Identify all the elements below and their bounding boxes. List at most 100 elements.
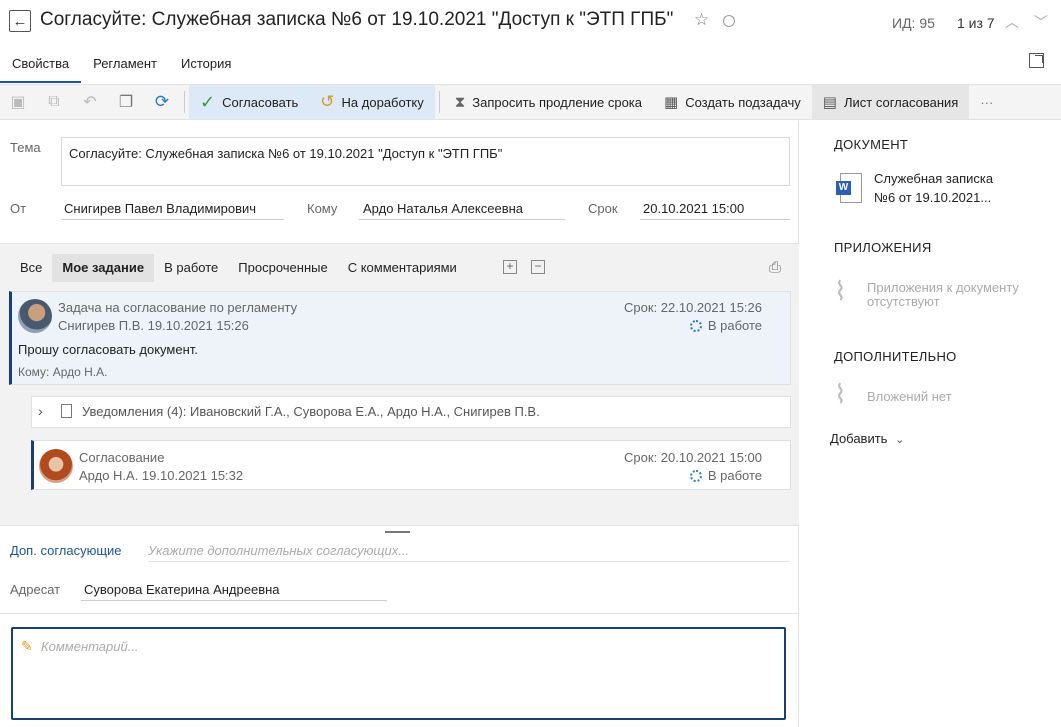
add-label: Добавить	[830, 431, 888, 446]
refresh-icon[interactable]: ⟳	[144, 84, 180, 120]
document-name-line1: Служебная записка	[874, 171, 994, 186]
filter-overdue[interactable]: Просроченные	[228, 254, 337, 282]
tab-bar: Свойства Регламент История	[0, 50, 243, 84]
check-icon: ✓	[200, 91, 216, 112]
document-icon	[61, 404, 72, 418]
toolbar: ▣ ⧉ ↶ ❐ ⟳ ✓ Согласовать ↺ На доработку ⧗…	[0, 84, 1061, 120]
additional-section-title: ДОПОЛНИТЕЛЬНО	[834, 349, 957, 364]
status-circle-icon[interactable]	[723, 15, 735, 27]
attachments-empty-line2: отсутствуют	[867, 294, 940, 309]
task-list-area: Все Мое задание В работе Просроченные С …	[0, 243, 799, 525]
chart-sheet-icon: ▤	[822, 94, 837, 111]
subject-label: Тема	[10, 140, 41, 155]
from-field[interactable]: Снигирев Павел Владимирович	[61, 201, 284, 220]
filter-all[interactable]: Все	[10, 254, 52, 282]
chevron-up-icon[interactable]: ︿	[1005, 12, 1019, 32]
paperclip-icon: ⌇	[834, 276, 847, 306]
more-button[interactable]: ···	[969, 85, 1004, 119]
pager-label: 1 из 7	[957, 15, 995, 31]
comment-input[interactable]: ✎ Комментарий...	[11, 627, 786, 720]
task-card-approval[interactable]: Согласование Ардо Н.А. 19.10.2021 15:32 …	[31, 440, 791, 490]
title-bar: ← Согласуйте: Служебная записка №6 от 19…	[0, 0, 1061, 46]
collapse-all-icon[interactable]: −	[531, 260, 545, 274]
chevron-down-icon[interactable]: ﹀	[1034, 12, 1048, 32]
tab-history[interactable]: История	[169, 50, 243, 83]
rework-label: На доработку	[341, 94, 424, 110]
pencil-icon: ✎	[21, 638, 33, 654]
popout-icon[interactable]	[1029, 53, 1044, 68]
approval-sheet-label: Лист согласования	[843, 94, 959, 110]
task-title: Задача на согласование по регламенту	[58, 300, 298, 315]
create-subtask-button[interactable]: ▦ Создать подзадачу	[653, 85, 812, 119]
task-recipient: Кому: Ардо Н.А.	[18, 365, 108, 379]
filter-with-comments[interactable]: С комментариями	[338, 254, 467, 282]
approval-status: В работе	[689, 468, 762, 483]
back-button[interactable]: ←	[9, 10, 31, 32]
chevron-right-icon[interactable]: ›	[38, 403, 43, 419]
filter-in-progress[interactable]: В работе	[154, 254, 228, 282]
approve-label: Согласовать	[222, 94, 299, 110]
notifications-label: Уведомления (4): Ивановский Г.А., Суворо…	[82, 404, 540, 419]
co-approvers-input[interactable]: Укажите дополнительных согласующих...	[148, 543, 790, 562]
main-pane: Тема Согласуйте: Служебная записка №6 от…	[0, 121, 799, 727]
record-id: ИД: 95	[892, 15, 935, 31]
approval-author: Ардо Н.А. 19.10.2021 15:32	[79, 468, 244, 483]
in-progress-icon	[689, 470, 702, 482]
to-field[interactable]: Ардо Наталья Алексеевна	[359, 201, 565, 220]
hourglass-icon: ⧗	[454, 93, 466, 111]
divider	[0, 613, 799, 614]
due-label: Срок	[588, 201, 618, 216]
create-subtask-label: Создать подзадачу	[685, 94, 801, 110]
calendar-icon: ▦	[664, 94, 679, 111]
return-icon: ↺	[320, 92, 335, 111]
document-section-title: ДОКУМЕНТ	[834, 137, 909, 152]
task-author: Снигирев П.В. 19.10.2021 15:26	[58, 318, 249, 333]
save-icon[interactable]: ▣	[0, 84, 36, 120]
copy-icon[interactable]: ❐	[108, 84, 144, 120]
expand-all-icon[interactable]: +	[503, 260, 517, 274]
task-status: В работе	[689, 318, 762, 333]
filter-my-task[interactable]: Мое задание	[52, 254, 155, 282]
word-document-icon[interactable]: W	[836, 173, 862, 203]
avatar	[39, 449, 73, 483]
task-status-label: В работе	[707, 318, 762, 333]
approval-status-label: В работе	[707, 468, 762, 483]
page-title: Согласуйте: Служебная записка №6 от 19.1…	[40, 9, 674, 30]
to-label: Кому	[307, 201, 338, 216]
document-name-line2: №6 от 19.10.2021...	[874, 190, 992, 205]
attachments-empty-line1: Приложения к документу	[867, 280, 1019, 295]
approval-sheet-button[interactable]: ▤ Лист согласования	[811, 85, 970, 119]
add-button[interactable]: Добавить ⌄	[830, 431, 904, 446]
request-extension-button[interactable]: ⧗ Запросить продление срока	[444, 85, 653, 119]
addressee-label: Адресат	[10, 582, 61, 597]
toolbar-separator	[184, 91, 185, 113]
star-icon[interactable]: ☆	[694, 10, 709, 30]
divider	[0, 525, 799, 526]
approval-due: Срок: 20.10.2021 15:00	[624, 450, 762, 465]
chevron-down-icon: ⌄	[895, 434, 905, 446]
arrow-left-icon: ←	[12, 12, 28, 30]
in-progress-icon	[689, 320, 702, 332]
tab-regulation[interactable]: Регламент	[81, 50, 169, 83]
from-label: От	[10, 201, 27, 216]
task-filter-bar: Все Мое задание В работе Просроченные С …	[10, 254, 467, 282]
document-link[interactable]: Служебная записка №6 от 19.10.2021...	[874, 169, 993, 207]
due-field[interactable]: 20.10.2021 15:00	[640, 201, 790, 220]
approval-title: Согласование	[79, 450, 165, 465]
resize-handle[interactable]	[385, 531, 410, 533]
tab-properties[interactable]: Свойства	[0, 50, 82, 83]
attachments-section-title: ПРИЛОЖЕНИЯ	[834, 240, 932, 255]
additional-empty: Вложений нет	[867, 389, 952, 404]
save-all-icon[interactable]: ⧉	[36, 84, 72, 120]
subject-field[interactable]: Согласуйте: Служебная записка №6 от 19.1…	[61, 137, 790, 186]
notifications-row[interactable]: › Уведомления (4): Ивановский Г.А., Суво…	[31, 396, 791, 428]
approve-button[interactable]: ✓ Согласовать	[189, 85, 310, 119]
attachments-empty: Приложения к документу отсутствуют	[867, 281, 1019, 309]
task-due: Срок: 22.10.2021 15:26	[624, 300, 762, 315]
rework-button[interactable]: ↺ На доработку	[309, 85, 435, 119]
co-approvers-link[interactable]: Доп. согласующие	[10, 543, 122, 558]
task-card-main[interactable]: Задача на согласование по регламенту Сни…	[9, 291, 791, 385]
undo-icon[interactable]: ↶	[72, 84, 108, 120]
print-icon[interactable]: ⎙	[769, 259, 781, 276]
addressee-field[interactable]: Суворова Екатерина Андреевна	[81, 582, 387, 601]
